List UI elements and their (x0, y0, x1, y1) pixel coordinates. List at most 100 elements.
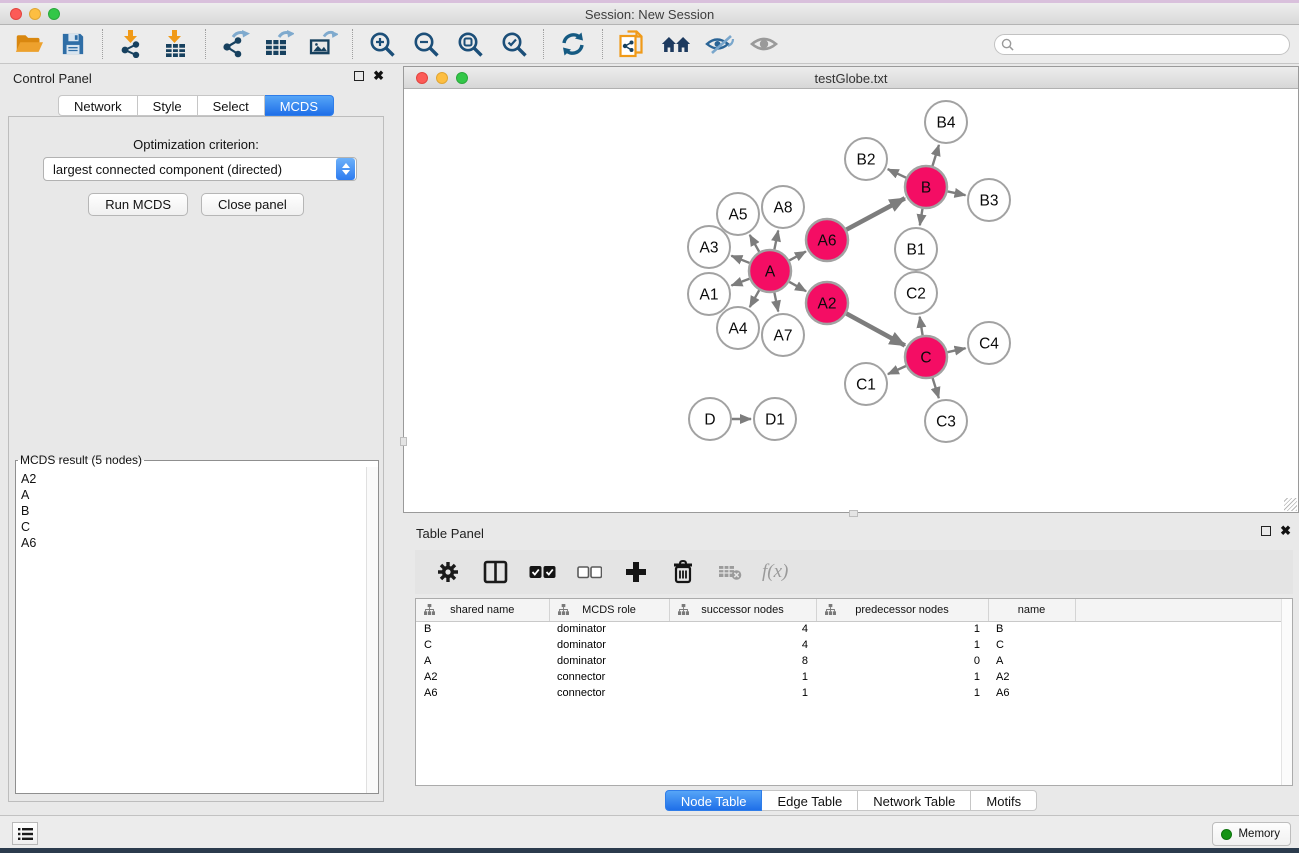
result-item[interactable]: A6 (21, 535, 365, 551)
memory-button[interactable]: Memory (1212, 822, 1291, 846)
table-cell[interactable]: connector (549, 685, 669, 701)
table-row[interactable]: A6connector11A6 (416, 685, 1292, 701)
export-table-icon[interactable] (264, 29, 294, 59)
result-scrollbar[interactable] (366, 467, 378, 793)
network-window-titlebar[interactable]: testGlobe.txt (404, 67, 1298, 89)
import-table-icon[interactable] (161, 29, 191, 59)
graph-edge-A6-B[interactable] (846, 198, 904, 229)
main-titlebar[interactable]: Session: New Session (0, 3, 1299, 25)
column-header-name[interactable]: name (988, 599, 1075, 621)
hide-annotations-icon[interactable] (705, 29, 735, 59)
table-cell[interactable]: A6 (416, 685, 549, 701)
result-item[interactable]: B (21, 503, 365, 519)
table-cell[interactable]: 1 (816, 637, 988, 653)
graph-edge-B-B4[interactable] (932, 145, 938, 166)
table-cell[interactable]: B (416, 621, 549, 637)
graph-edge-A-A5[interactable] (750, 235, 759, 252)
export-image-icon[interactable] (308, 29, 338, 59)
table-cell[interactable]: A2 (988, 669, 1075, 685)
table-cell[interactable]: 1 (816, 669, 988, 685)
zoom-in-icon[interactable] (367, 29, 397, 59)
window-resize-gripper[interactable] (1284, 498, 1297, 511)
graph-edge-A-A2[interactable] (789, 282, 806, 291)
graph-edge-C-C2[interactable] (920, 317, 923, 336)
zoom-out-icon[interactable] (411, 29, 441, 59)
column-view-icon[interactable] (480, 557, 510, 587)
graph-edge-A2-C[interactable] (846, 314, 905, 346)
table-cell[interactable]: 0 (816, 653, 988, 669)
table-cell[interactable]: 1 (816, 685, 988, 701)
table-cell[interactable]: B (988, 621, 1075, 637)
delete-row-trash-icon[interactable] (668, 557, 698, 587)
toggle-visibility-icon[interactable] (749, 29, 779, 59)
table-cell[interactable]: 1 (669, 685, 816, 701)
graph-edge-B-B2[interactable] (888, 169, 906, 178)
result-item[interactable]: A (21, 487, 365, 503)
column-header-predecessor-nodes[interactable]: predecessor nodes (816, 599, 988, 621)
result-item[interactable]: C (21, 519, 365, 535)
table-settings-gear-icon[interactable] (433, 557, 463, 587)
table-cell[interactable]: 1 (816, 621, 988, 637)
close-panel-button[interactable]: Close panel (201, 193, 304, 216)
table-row[interactable]: Adominator80A (416, 653, 1292, 669)
table-cell[interactable]: dominator (549, 637, 669, 653)
search-input[interactable] (1014, 36, 1289, 53)
table-cell[interactable]: A2 (416, 669, 549, 685)
graph-edge-A-A6[interactable] (789, 251, 806, 260)
graph-edge-A-A3[interactable] (731, 256, 749, 263)
table-cell[interactable]: dominator (549, 653, 669, 669)
table-cell[interactable]: A (988, 653, 1075, 669)
refresh-icon[interactable] (558, 29, 588, 59)
zoom-selected-icon[interactable] (499, 29, 529, 59)
table-cell[interactable]: 8 (669, 653, 816, 669)
search-field[interactable] (994, 34, 1290, 55)
deselect-all-checkboxes-icon[interactable] (574, 557, 604, 587)
column-header-MCDS-role[interactable]: MCDS role (549, 599, 669, 621)
export-network-icon[interactable] (220, 29, 250, 59)
graph-edge-B-B3[interactable] (948, 191, 966, 195)
graph-edge-C-C3[interactable] (933, 378, 939, 398)
tab-edge-table[interactable]: Edge Table (762, 790, 858, 811)
criterion-dropdown[interactable]: largest connected component (directed) (43, 157, 357, 181)
splitter-handle-bottom[interactable] (849, 510, 858, 517)
select-all-checkboxes-icon[interactable] (527, 557, 557, 587)
tab-motifs[interactable]: Motifs (971, 790, 1037, 811)
tab-network-table[interactable]: Network Table (858, 790, 971, 811)
result-item[interactable]: A2 (21, 471, 365, 487)
import-network-icon[interactable] (117, 29, 147, 59)
table-row[interactable]: A2connector11A2 (416, 669, 1292, 685)
task-history-button[interactable] (12, 822, 38, 845)
table-cell[interactable]: C (416, 637, 549, 653)
table-cell[interactable]: connector (549, 669, 669, 685)
table-cell[interactable]: 4 (669, 621, 816, 637)
table-row[interactable]: Cdominator41C (416, 637, 1292, 653)
table-cell[interactable]: A6 (988, 685, 1075, 701)
table-cell[interactable]: dominator (549, 621, 669, 637)
graph-edge-B-B1[interactable] (920, 209, 923, 226)
table-cell[interactable]: C (988, 637, 1075, 653)
save-session-icon[interactable] (58, 29, 88, 59)
tab-network[interactable]: Network (58, 95, 138, 116)
zoom-fit-icon[interactable] (455, 29, 485, 59)
home-layout-icon[interactable] (661, 29, 691, 59)
table-row[interactable]: Bdominator41B (416, 621, 1292, 637)
graph-edge-C-C4[interactable] (947, 348, 965, 352)
open-file-icon[interactable] (14, 29, 44, 59)
graph-edge-C-C1[interactable] (888, 366, 906, 374)
table-scrollbar[interactable] (1281, 599, 1292, 785)
column-header-shared-name[interactable]: shared name (416, 599, 549, 621)
tab-mcds[interactable]: MCDS (265, 95, 334, 116)
column-header-successor-nodes[interactable]: successor nodes (669, 599, 816, 621)
network-canvas[interactable]: AA1A2A3A4A5A6A7A8BB1B2B3B4CC1C2C3C4DD1 (404, 89, 1298, 512)
float-panel-icon[interactable] (354, 71, 364, 81)
close-panel-icon[interactable]: ✖ (373, 71, 384, 81)
graph-edge-A-A8[interactable] (774, 231, 778, 250)
table-cell[interactable]: 4 (669, 637, 816, 653)
splitter-handle-left[interactable] (400, 437, 407, 446)
tab-style[interactable]: Style (138, 95, 198, 116)
graph-edge-A-A1[interactable] (731, 279, 749, 286)
table-cell[interactable]: 1 (669, 669, 816, 685)
run-mcds-button[interactable]: Run MCDS (88, 193, 188, 216)
tab-select[interactable]: Select (198, 95, 265, 116)
tab-node-table[interactable]: Node Table (665, 790, 763, 811)
